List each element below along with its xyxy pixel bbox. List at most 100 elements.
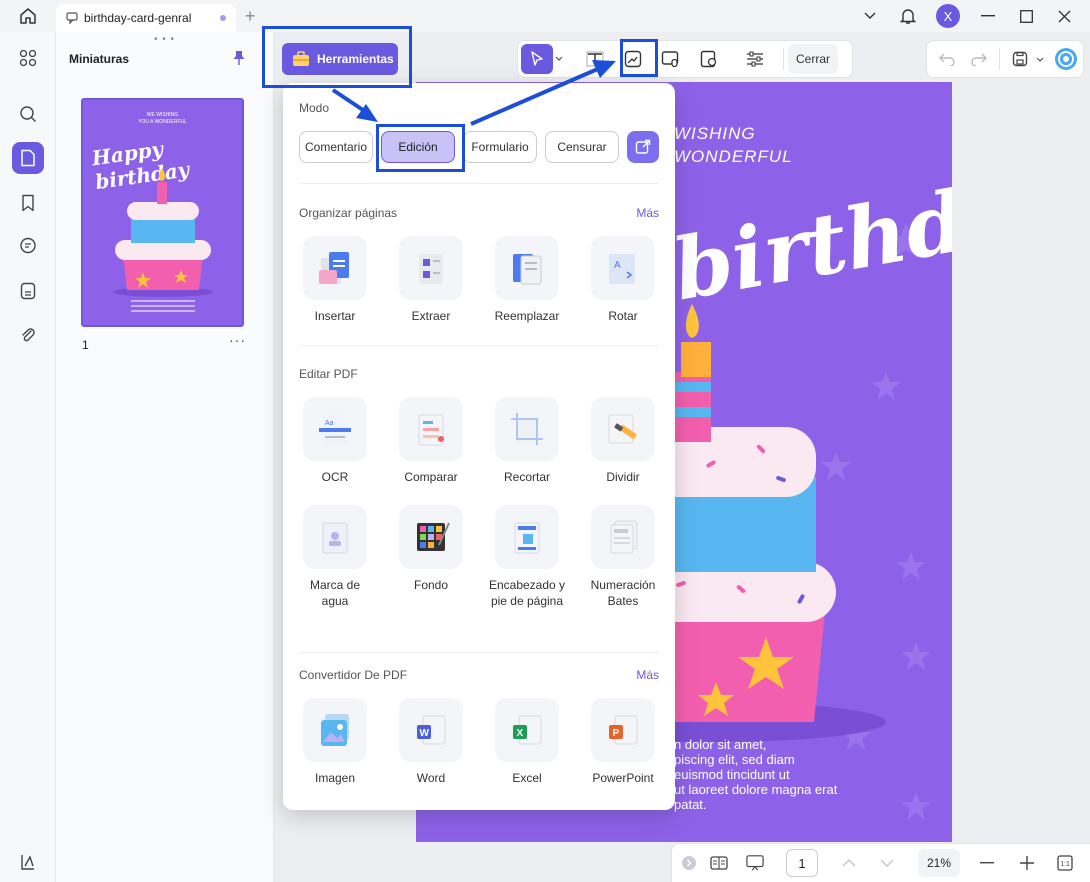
tool-to-excel-label: Excel: [512, 771, 542, 785]
tool-to-excel[interactable]: X Excel: [487, 698, 567, 786]
tool-to-image[interactable]: Imagen: [295, 698, 375, 786]
svg-text:W: W: [420, 728, 430, 739]
tool-replace[interactable]: Reemplazar: [487, 236, 567, 324]
page-location-icon: [700, 50, 717, 68]
page-lorem-1: n dolor sit amet,: [674, 737, 767, 752]
tool-watermark-label: Marca de agua: [309, 578, 361, 608]
search-icon[interactable]: [12, 98, 44, 130]
new-tab-button[interactable]: +: [236, 2, 264, 30]
svg-text:A: A: [614, 260, 621, 271]
page-thumbnail[interactable]: WE WISHING YOU A WONDERFUL Happy birthda…: [81, 98, 244, 327]
minimize-icon[interactable]: [978, 15, 998, 17]
collapse-icon[interactable]: [680, 854, 698, 872]
zoom-out-icon[interactable]: [978, 854, 996, 872]
bookmark-icon[interactable]: [12, 187, 44, 219]
tool-extract[interactable]: Extraer: [391, 236, 471, 324]
insert-pages-icon: [319, 252, 349, 284]
page-lorem-5: patat.: [674, 797, 707, 812]
open-external-button[interactable]: [627, 131, 659, 163]
next-page-icon[interactable]: [878, 854, 896, 872]
organize-title: Organizar páginas: [299, 206, 398, 220]
svg-text:1:1: 1:1: [1060, 861, 1070, 868]
close-window-icon[interactable]: [1054, 10, 1074, 23]
right-toolbar: [926, 40, 1084, 78]
word-file-icon: W: [417, 715, 446, 745]
presentation-icon[interactable]: [746, 854, 764, 872]
tool-crop[interactable]: Recortar: [487, 397, 567, 485]
tool-rotate[interactable]: A Rotar: [583, 236, 663, 324]
tool-split[interactable]: Dividir: [583, 397, 663, 485]
save-button[interactable]: [1004, 44, 1036, 74]
external-link-icon: [635, 139, 651, 154]
tool-watermark[interactable]: Marca de agua: [295, 505, 375, 609]
close-edit-button[interactable]: Cerrar: [788, 44, 839, 74]
comments-icon[interactable]: [12, 230, 44, 262]
tools-button[interactable]: Herramientas: [282, 43, 398, 75]
settings-sliders-button[interactable]: [739, 44, 771, 74]
tool-insert[interactable]: Insertar: [295, 236, 375, 324]
tool-header-footer[interactable]: Encabezado y pie de página: [487, 505, 567, 609]
convert-more-link[interactable]: Más: [636, 668, 659, 682]
mode-comment-button[interactable]: Comentario: [299, 131, 373, 163]
link-tool-button[interactable]: [655, 44, 687, 74]
tool-to-word[interactable]: W Word: [391, 698, 471, 786]
redo-button[interactable]: [963, 44, 995, 74]
ocr-icon: Aa: [319, 415, 351, 445]
svg-text:X: X: [517, 728, 524, 739]
edit-pdf-title: Editar PDF: [299, 367, 358, 381]
crop-icon: [511, 413, 543, 445]
cursor-icon: [531, 51, 543, 66]
maximize-icon[interactable]: [1016, 9, 1036, 23]
document-tab[interactable]: birthday-card-genral: [56, 4, 236, 32]
select-tool-button[interactable]: [521, 44, 553, 74]
tool-ocr[interactable]: Aa OCR: [295, 397, 375, 485]
undo-button[interactable]: [931, 44, 963, 74]
header-footer-icon: [514, 522, 540, 554]
user-avatar[interactable]: X: [936, 4, 960, 28]
zoom-level[interactable]: 21%: [918, 849, 960, 877]
mode-edit-button[interactable]: Edición: [381, 131, 455, 163]
stamp-icon[interactable]: [12, 275, 44, 307]
pin-icon[interactable]: [232, 50, 246, 69]
tool-to-powerpoint-label: PowerPoint: [592, 771, 654, 785]
tool-background[interactable]: Fondo: [391, 505, 471, 593]
image-file-icon: [321, 714, 349, 746]
home-button[interactable]: [0, 0, 56, 32]
powerpoint-file-icon: P: [609, 715, 638, 745]
bottom-bar: 1 21% 1:1: [671, 843, 1090, 882]
extract-pages-icon: [419, 254, 443, 284]
watermark-tool-button[interactable]: [693, 44, 725, 74]
mode-form-button[interactable]: Formulario: [463, 131, 537, 163]
thumbnail-more-icon[interactable]: ···: [229, 332, 246, 348]
redo-icon: [971, 53, 987, 66]
tool-compare[interactable]: Comparar: [391, 397, 471, 485]
compare-icon: [418, 414, 444, 446]
chevron-down-icon[interactable]: [860, 12, 880, 20]
edit-image-button[interactable]: [617, 44, 649, 74]
save-dropdown[interactable]: [1036, 52, 1046, 66]
page-number-input[interactable]: 1: [786, 849, 818, 877]
previous-page-icon[interactable]: [840, 854, 858, 872]
ai-assistant-icon: [1055, 48, 1077, 70]
actual-size-icon[interactable]: 1:1: [1056, 854, 1074, 872]
chevron-down-icon: [555, 56, 563, 61]
mode-redact-button[interactable]: Censurar: [545, 131, 619, 163]
text-tool-button[interactable]: [579, 44, 611, 74]
bell-icon[interactable]: [898, 7, 918, 25]
grid-icon[interactable]: [12, 42, 44, 74]
zoom-in-icon[interactable]: [1018, 854, 1036, 872]
select-tool-dropdown[interactable]: [553, 56, 565, 62]
page-view-icon[interactable]: [710, 854, 728, 872]
layers-icon[interactable]: [12, 846, 44, 878]
thumb-text-line2: YOU A WONDERFUL: [138, 119, 187, 125]
tool-extract-label: Extraer: [411, 309, 451, 323]
organize-more-link[interactable]: Más: [636, 206, 659, 220]
drag-handle[interactable]: • • •: [154, 34, 175, 45]
attachment-icon[interactable]: [12, 319, 44, 351]
ai-assistant-button[interactable]: [1050, 44, 1082, 74]
tool-to-powerpoint[interactable]: P PowerPoint: [583, 698, 663, 786]
tool-to-word-label: Word: [416, 771, 446, 785]
thumbnails-icon[interactable]: [12, 142, 44, 174]
svg-text:Aa: Aa: [325, 420, 334, 427]
tool-bates[interactable]: Numeración Bates: [583, 505, 663, 609]
